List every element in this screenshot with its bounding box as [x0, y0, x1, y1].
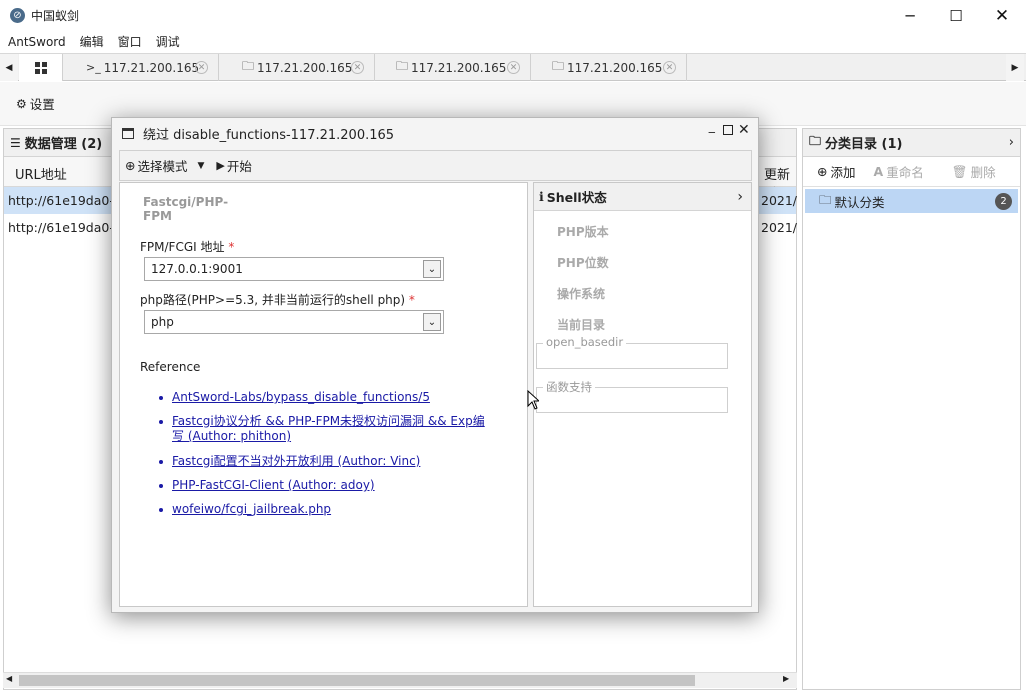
antsword-logo-icon: ⊘: [10, 8, 25, 23]
reference-link[interactable]: Fastcgi协议分析 && PHP-FPM未授权访问漏洞 && Exp编写 (…: [159, 414, 492, 444]
tab-home[interactable]: [19, 54, 63, 81]
folder-icon: 🗀: [552, 59, 565, 73]
folder-icon: 🗀: [809, 134, 822, 148]
dialog-minimize-button[interactable]: ‒: [708, 125, 716, 139]
dialog-maximize-button[interactable]: [723, 125, 733, 135]
category-panel-header: 🗀 分类目录 (1) ›: [803, 129, 1020, 157]
php-path-label: php路径(PHP>=5.3, 并非当前运行的shell php) *: [140, 293, 415, 307]
tab-close-icon[interactable]: ✕: [195, 61, 208, 74]
php-version-label: PHP版本: [557, 225, 609, 239]
caret-down-icon: ▼: [197, 160, 205, 171]
category-panel: 🗀 分类目录 (1) › ⊕ 添加 A 重命名 🗑 删除 🗀 默认分类 2: [802, 128, 1021, 690]
tab-filemanager-2[interactable]: 🗀 117.21.200.165 ✕: [376, 54, 531, 81]
column-url[interactable]: URL地址: [15, 164, 67, 183]
grid-icon: [34, 61, 47, 74]
tab-filemanager-3[interactable]: 🗀 117.21.200.165 ✕: [532, 54, 687, 81]
os-label: 操作系统: [557, 287, 606, 301]
terminal-icon: >_: [86, 61, 101, 74]
menu-bar: AntSword 编辑 窗口 调试: [0, 31, 1026, 52]
bypass-dialog: 绕过 disable_functions-117.21.200.165 ‒ ✕ …: [111, 117, 759, 613]
reference-title: Reference: [140, 360, 201, 374]
chevron-right-icon[interactable]: ›: [1009, 135, 1014, 150]
reference-link[interactable]: Fastcgi配置不当对外开放利用 (Author: Vinc): [159, 454, 492, 469]
php-path-select[interactable]: php ⌄: [144, 310, 444, 334]
gear-icon: ⚙: [16, 96, 27, 111]
reference-link[interactable]: AntSword-Labs/bypass_disable_functions/5: [159, 390, 492, 405]
shell-status-panel: ℹ Shell状态 › PHP版本 PHP位数 操作系统 当前目录 open_b…: [533, 182, 752, 607]
tab-filemanager-1[interactable]: 🗀 117.21.200.165 ✕: [220, 54, 375, 81]
chevron-right-icon[interactable]: ›: [737, 189, 743, 205]
list-icon: ☰: [10, 135, 21, 150]
folder-icon: 🗀: [242, 59, 255, 73]
fpm-address-select[interactable]: 127.0.0.1:9001 ⌄: [144, 257, 444, 281]
functions-fieldset: 函数支持: [536, 379, 728, 413]
scroll-left-icon[interactable]: ◀: [6, 674, 12, 683]
config-form: Fastcgi/PHP- FPM FPM/FCGI 地址 * 127.0.0.1…: [119, 182, 528, 607]
scroll-right-icon[interactable]: ▶: [783, 674, 789, 683]
open-basedir-fieldset: open_basedir: [536, 335, 728, 369]
scrollbar-thumb[interactable]: [19, 675, 695, 686]
dialog-titlebar[interactable]: 绕过 disable_functions-117.21.200.165 ‒ ✕: [112, 118, 758, 148]
tab-scroll-left-button[interactable]: ◀: [0, 54, 18, 81]
folder-icon: 🗀: [396, 59, 409, 73]
info-icon: ℹ: [539, 189, 544, 204]
tab-close-icon[interactable]: ✕: [663, 61, 676, 74]
form-heading: Fastcgi/PHP- FPM: [143, 195, 229, 223]
dialog-close-button[interactable]: ✕: [738, 122, 750, 138]
tab-scroll-right-button[interactable]: ▶: [1006, 54, 1024, 81]
delete-category-button[interactable]: 🗑 删除: [952, 162, 996, 181]
fpm-address-label: FPM/FCGI 地址 *: [140, 240, 235, 254]
dialog-toolbar: ⊕ 选择模式 ▼ ▶ 开始: [119, 150, 752, 181]
plus-circle-icon: ⊕: [817, 164, 828, 179]
dialog-title: 绕过 disable_functions-117.21.200.165: [143, 127, 395, 143]
menu-edit[interactable]: 编辑: [74, 33, 110, 50]
category-item-default[interactable]: 🗀 默认分类 2: [805, 189, 1018, 213]
menu-antsword[interactable]: AntSword: [2, 35, 72, 49]
select-mode-button[interactable]: ⊕ 选择模式 ▼: [125, 156, 204, 175]
window-titlebar: ⊘ 中国蚁剑 ─ ☐ ✕: [0, 0, 1026, 31]
plus-circle-icon: ⊕: [125, 158, 136, 173]
reference-link[interactable]: PHP-FastCGI-Client (Author: adoy): [159, 478, 492, 493]
tab-close-icon[interactable]: ✕: [507, 61, 520, 74]
chevron-down-icon: ⌄: [423, 260, 441, 278]
reference-link[interactable]: wofeiwo/fcgi_jailbreak.php: [159, 502, 492, 517]
current-dir-label: 当前目录: [557, 318, 606, 332]
start-button[interactable]: ▶ 开始: [216, 156, 251, 175]
window-title: 中国蚁剑: [31, 9, 80, 23]
add-category-button[interactable]: ⊕ 添加: [817, 162, 856, 181]
menu-window[interactable]: 窗口: [112, 33, 148, 50]
tab-terminal[interactable]: >_ 117.21.200.165 ✕: [64, 54, 219, 81]
maximize-button[interactable]: ☐: [933, 0, 979, 31]
minimize-button[interactable]: ─: [887, 0, 933, 31]
window-icon: [122, 127, 134, 139]
settings-button[interactable]: ⚙ 设置: [16, 94, 55, 113]
mouse-cursor-icon: [527, 390, 539, 410]
tab-bar: ◀ >_ 117.21.200.165 ✕ 🗀 117.21.200.165 ✕…: [0, 53, 1026, 81]
font-icon: A: [873, 164, 884, 179]
trash-icon: 🗑: [951, 163, 968, 179]
menu-debug[interactable]: 调试: [150, 33, 186, 50]
category-toolbar: ⊕ 添加 A 重命名 🗑 删除: [803, 157, 1020, 187]
folder-icon: 🗀: [819, 191, 832, 207]
php-bits-label: PHP位数: [557, 256, 609, 270]
close-window-button[interactable]: ✕: [979, 0, 1025, 31]
chevron-down-icon: ⌄: [423, 313, 441, 331]
play-icon: ▶: [216, 159, 225, 172]
rename-category-button[interactable]: A 重命名: [874, 162, 924, 181]
horizontal-scrollbar[interactable]: ◀ ▶: [3, 672, 797, 688]
shell-status-header: ℹ Shell状态 ›: [534, 183, 751, 211]
count-badge: 2: [995, 192, 1012, 210]
tab-close-icon[interactable]: ✕: [351, 61, 364, 74]
